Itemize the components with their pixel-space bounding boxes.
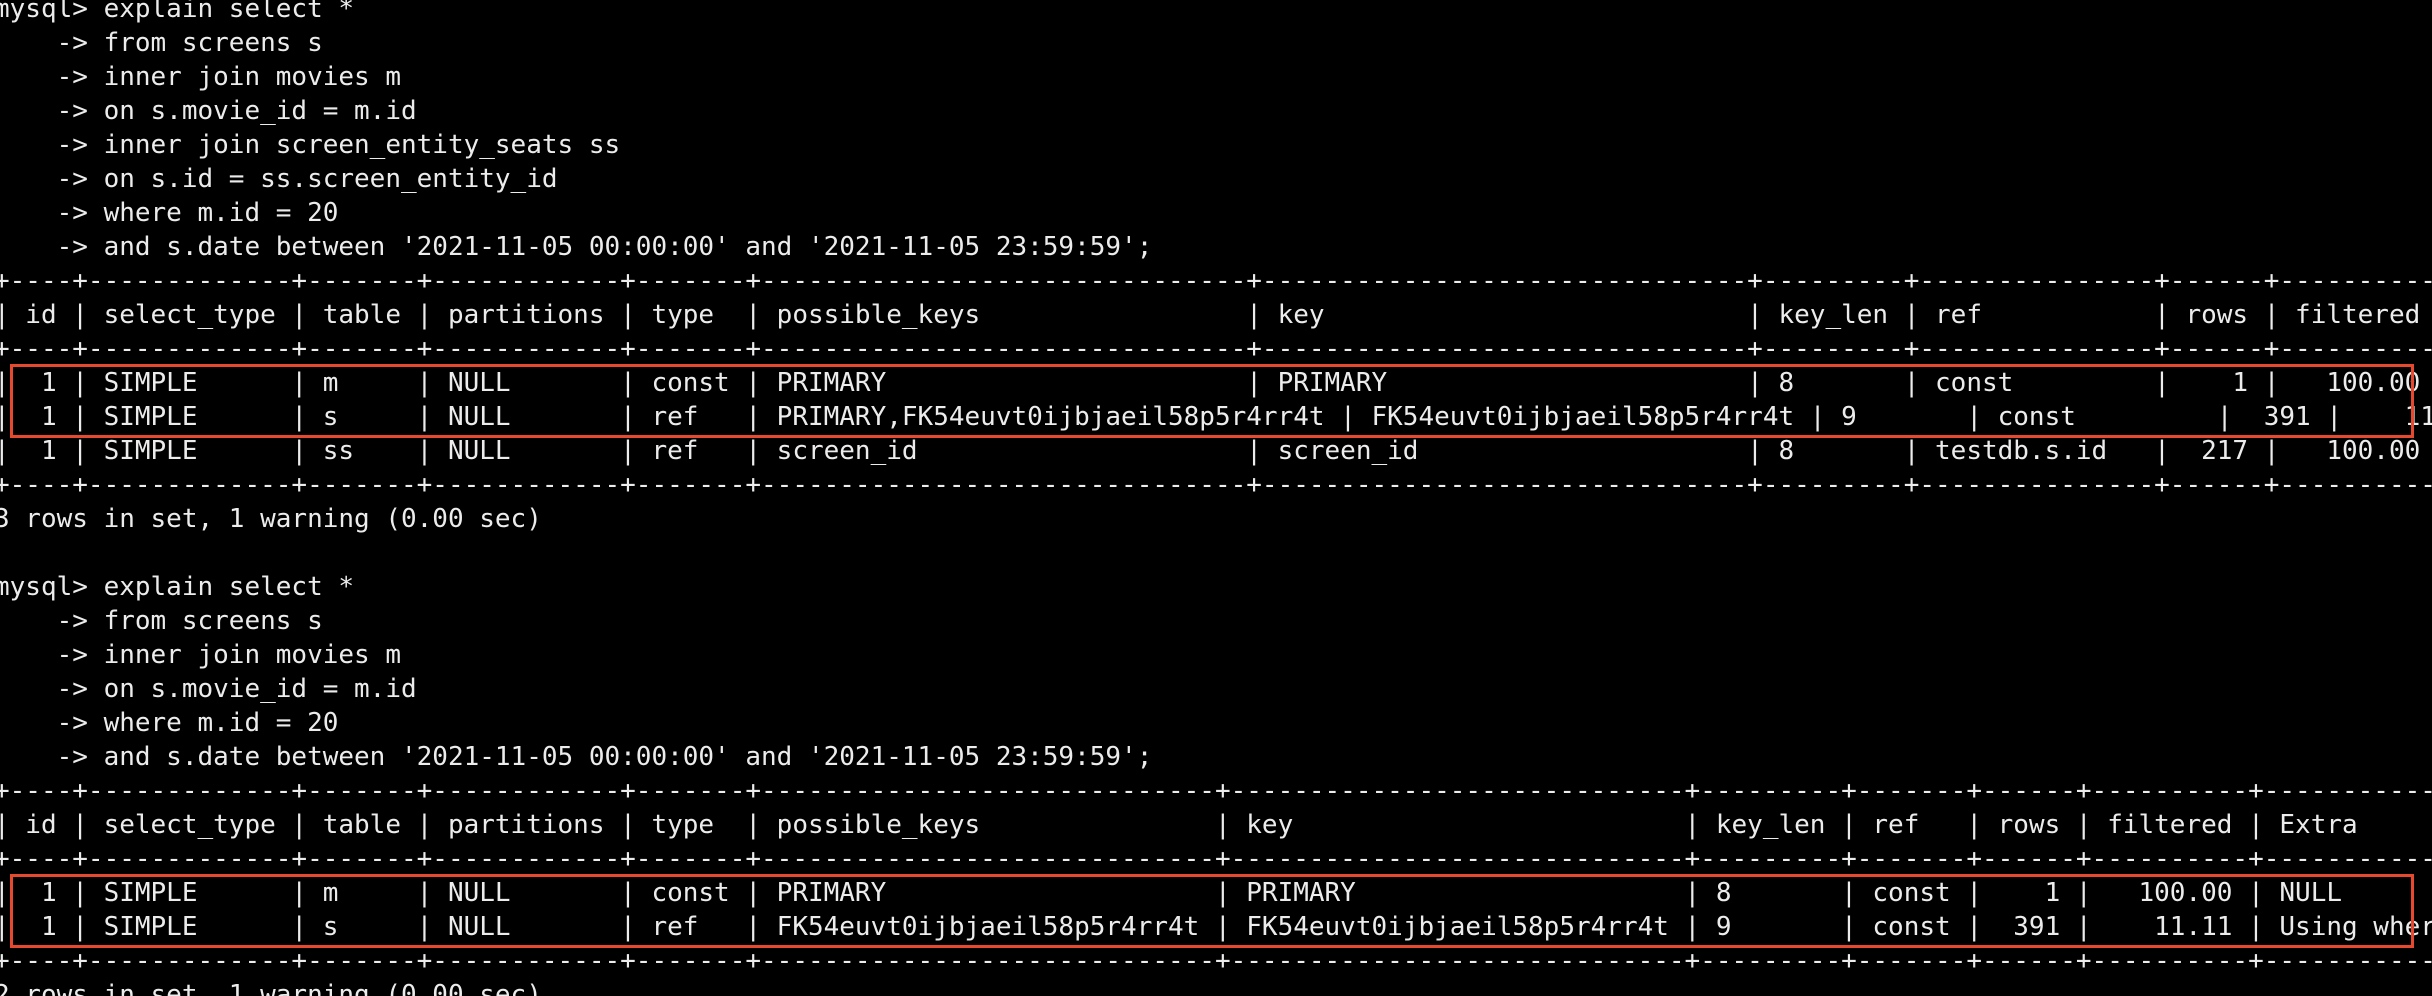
terminal-line: -> inner join movies m (0, 640, 401, 670)
terminal-line: -> inner join movies m (0, 62, 401, 92)
table-row: | 1 | SIMPLE | ss | NULL | ref | screen_… (0, 436, 2432, 466)
terminal-line: -> from screens s (0, 606, 323, 636)
table-header-row: | id | select_type | table | partitions … (0, 300, 2432, 330)
terminal-line: -> where m.id = 20 (0, 198, 339, 228)
result-summary: 2 rows in set, 1 warning (0.00 sec) (0, 980, 542, 996)
table-border: +----+-------------+-------+------------… (0, 334, 2432, 364)
terminal-line: -> on s.movie_id = m.id (0, 674, 417, 704)
terminal-line: -> and s.date between '2021-11-05 00:00:… (0, 232, 1153, 262)
highlight-box (10, 874, 2414, 948)
table-header-row: | id | select_type | table | partitions … (0, 810, 2432, 840)
terminal-window[interactable]: mysql> explain select * -> from screens … (0, 0, 2432, 996)
terminal-line: mysql> explain select * (0, 572, 355, 602)
table-border: +----+-------------+-------+------------… (0, 470, 2432, 500)
table-border: +----+-------------+-------+------------… (0, 776, 2432, 806)
highlight-box (10, 364, 2414, 438)
result-summary: 3 rows in set, 1 warning (0.00 sec) (0, 504, 542, 534)
terminal-line: -> from screens s (0, 28, 323, 58)
table-border: +----+-------------+-------+------------… (0, 844, 2432, 874)
terminal-line: -> where m.id = 20 (0, 708, 339, 738)
terminal-line: -> on s.movie_id = m.id (0, 96, 417, 126)
terminal-line: -> and s.date between '2021-11-05 00:00:… (0, 742, 1153, 772)
table-border: +----+-------------+-------+------------… (0, 946, 2432, 976)
terminal-line: -> inner join screen_entity_seats ss (0, 130, 621, 160)
terminal-line: -> on s.id = ss.screen_entity_id (0, 164, 558, 194)
terminal-line: mysql> explain select * (0, 0, 355, 24)
table-border: +----+-------------+-------+------------… (0, 266, 2432, 296)
